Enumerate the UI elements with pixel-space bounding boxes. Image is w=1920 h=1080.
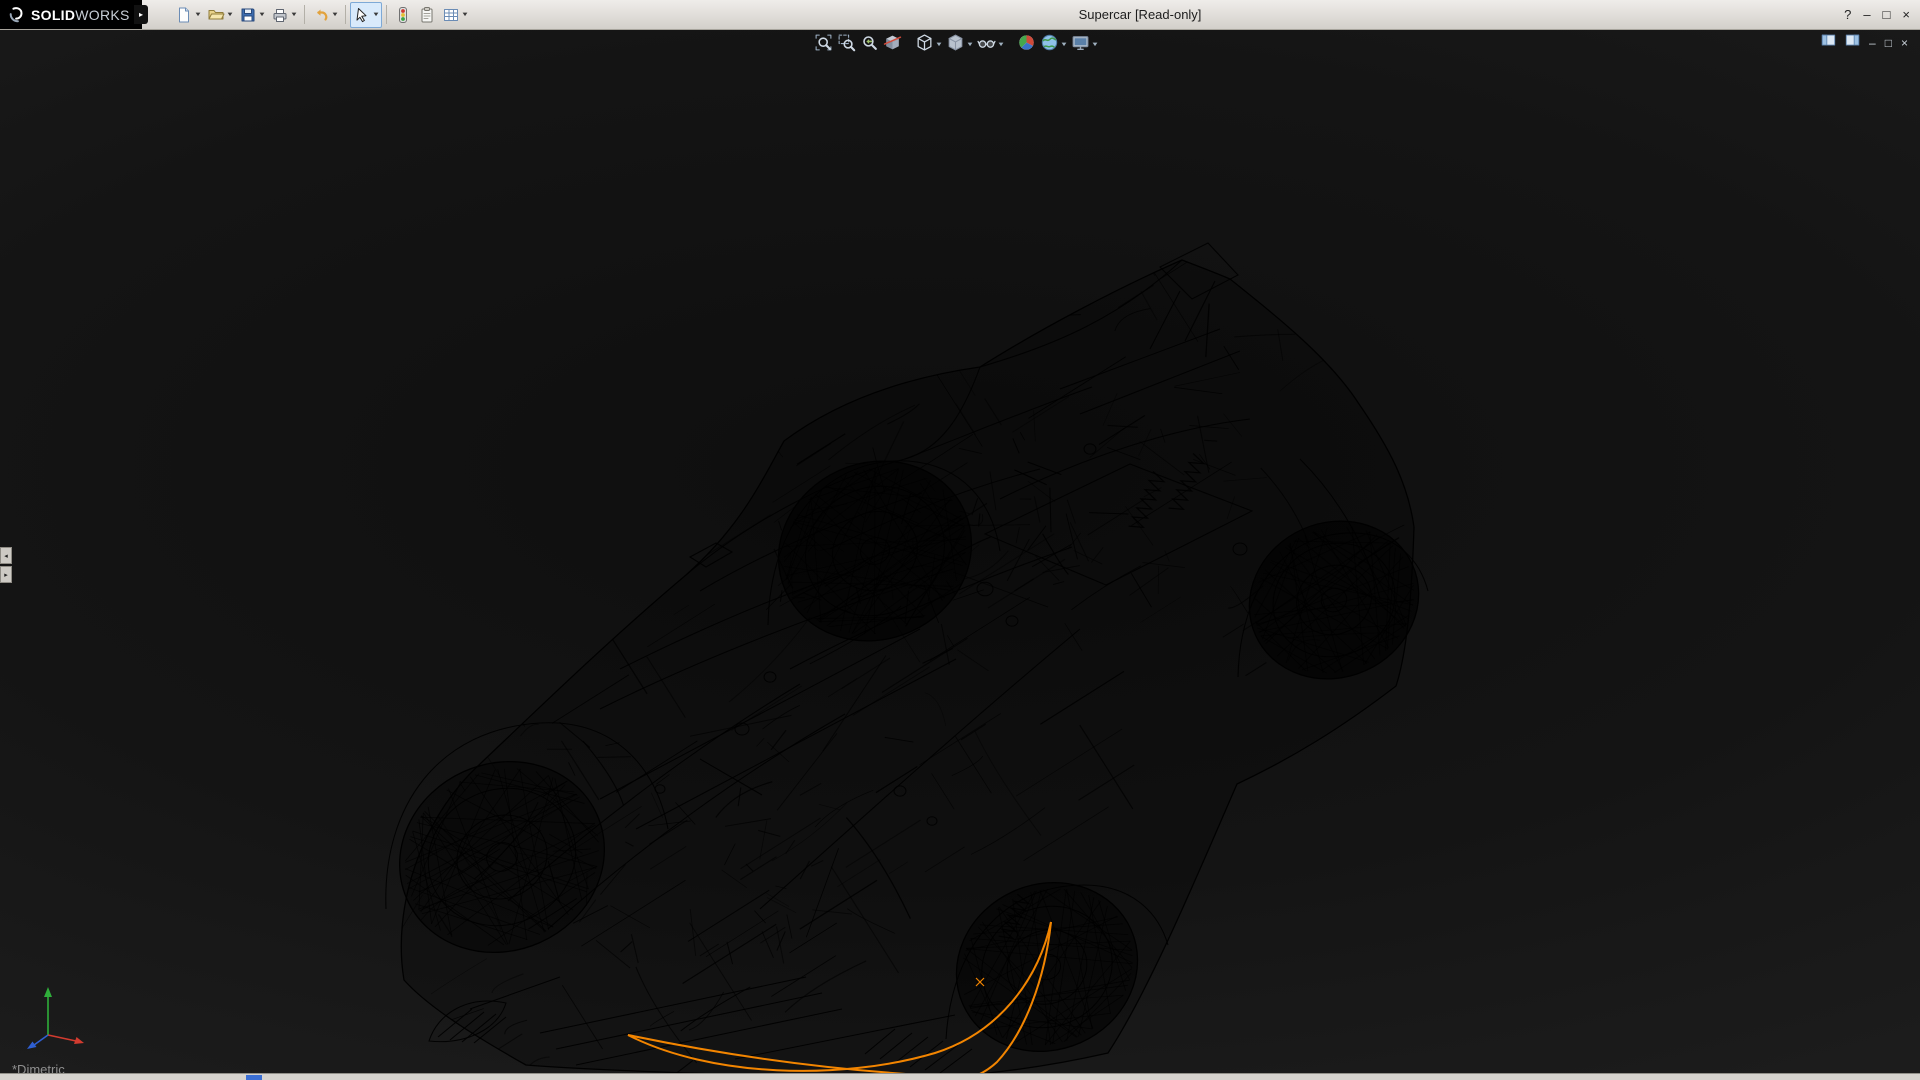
open-button[interactable]: ▼ bbox=[204, 2, 236, 28]
section-view-icon bbox=[883, 33, 902, 57]
doc-close-button[interactable]: × bbox=[1901, 37, 1908, 49]
select-button[interactable]: ▼ bbox=[350, 2, 382, 28]
pane-right-icon bbox=[1845, 33, 1860, 53]
zoom-to-area-icon bbox=[837, 33, 856, 57]
open-icon bbox=[207, 6, 225, 24]
print-button[interactable]: ▼ bbox=[268, 2, 300, 28]
reference-triad[interactable] bbox=[22, 977, 92, 1054]
section-view-button[interactable] bbox=[881, 33, 904, 56]
pane-left-icon bbox=[1821, 33, 1836, 53]
view-orientation-icon bbox=[915, 33, 934, 57]
dropdown-caret-icon[interactable]: ▼ bbox=[258, 12, 266, 18]
toolbar-separator bbox=[304, 5, 305, 24]
previous-view-icon bbox=[860, 33, 879, 57]
solidworks-window: SOLIDWORKS ▸ ▼ ▼ ▼ ▼ ▼ ▼ ▼ Supercar [Read-only… bbox=[0, 0, 1920, 1080]
previous-view-button[interactable] bbox=[858, 33, 881, 56]
headsup-view-toolbar: ▼ ▼ ▼ ▼ ▼ bbox=[812, 33, 1100, 56]
zoom-to-fit-button[interactable] bbox=[812, 33, 835, 56]
dropdown-caret-icon[interactable]: ▼ bbox=[1091, 42, 1099, 48]
window-controls: ?–□ × bbox=[1844, 0, 1910, 29]
undo-button[interactable]: ▼ bbox=[309, 2, 341, 28]
save-icon bbox=[239, 6, 257, 24]
dropdown-caret-icon[interactable]: ▼ bbox=[1060, 42, 1068, 48]
save-button[interactable]: ▼ bbox=[236, 2, 268, 28]
rebuild-stoplight-button[interactable] bbox=[391, 2, 415, 28]
edit-appearance-button[interactable] bbox=[1015, 33, 1038, 56]
dropdown-caret-icon[interactable]: ▼ bbox=[290, 12, 298, 18]
dropdown-caret-icon[interactable]: ▼ bbox=[372, 12, 380, 18]
design-table-button[interactable]: ▼ bbox=[439, 2, 471, 28]
toolbar-separator bbox=[345, 5, 346, 24]
model-viewport-canvas[interactable] bbox=[0, 29, 1920, 1074]
file-properties-button[interactable] bbox=[415, 2, 439, 28]
graphics-area[interactable]: ▼▼▼▼▼ –□× ◂ ▸ *Dimetric bbox=[0, 29, 1920, 1074]
menu-expand-button[interactable]: ▸ bbox=[134, 5, 148, 24]
undo-icon bbox=[312, 6, 330, 24]
statusbar-accent bbox=[246, 1075, 262, 1080]
hide-show-items-button[interactable]: ▼ bbox=[975, 33, 1006, 56]
doc-restore-button[interactable]: □ bbox=[1885, 37, 1892, 49]
x-axis-red bbox=[48, 1035, 84, 1044]
brand-text: SOLIDWORKS bbox=[31, 7, 130, 23]
file-properties-icon bbox=[418, 6, 436, 24]
titlebar: SOLIDWORKS ▸ ▼ ▼ ▼ ▼ ▼ ▼ ▼ Supercar [Read-only… bbox=[0, 0, 1920, 30]
pane-left-button[interactable] bbox=[1821, 33, 1836, 53]
select-icon bbox=[353, 6, 371, 24]
view-orientation-button[interactable]: ▼ bbox=[913, 33, 944, 56]
z-axis-blue bbox=[27, 1035, 48, 1049]
doc-minimize-button[interactable]: – bbox=[1869, 37, 1876, 49]
zoom-to-fit-icon bbox=[814, 33, 833, 57]
solidworks-logo: SOLIDWORKS bbox=[0, 0, 142, 29]
apply-scene-icon bbox=[1040, 33, 1059, 57]
collapse-left-arrow-icon[interactable]: ◂ bbox=[0, 547, 12, 564]
display-style-icon bbox=[946, 33, 965, 57]
panel-splitter[interactable]: ◂ ▸ bbox=[0, 547, 12, 583]
help-button[interactable]: ? bbox=[1844, 8, 1851, 21]
zoom-to-area-button[interactable] bbox=[835, 33, 858, 56]
new-document-button[interactable]: ▼ bbox=[172, 2, 204, 28]
pane-right-button[interactable] bbox=[1845, 33, 1860, 53]
print-icon bbox=[271, 6, 289, 24]
expand-right-arrow-icon[interactable]: ▸ bbox=[0, 566, 12, 583]
y-axis-green bbox=[44, 987, 52, 1035]
toolbar-separator bbox=[386, 5, 387, 24]
dropdown-caret-icon[interactable]: ▼ bbox=[461, 12, 469, 18]
statusbar bbox=[0, 1073, 1920, 1080]
main-toolbar: ▼ ▼ ▼ ▼ ▼ ▼ ▼ bbox=[172, 2, 471, 27]
new-document-icon bbox=[175, 6, 193, 24]
apply-scene-button[interactable]: ▼ bbox=[1038, 33, 1069, 56]
view-settings-button[interactable]: ▼ bbox=[1069, 33, 1100, 56]
dropdown-caret-icon[interactable]: ▼ bbox=[194, 12, 202, 18]
minimize-button[interactable]: – bbox=[1863, 8, 1870, 21]
hide-show-items-icon bbox=[977, 33, 996, 57]
restore-button[interactable]: □ bbox=[1883, 8, 1891, 21]
rebuild-stoplight-icon bbox=[394, 6, 412, 24]
3ds-logo-mark-icon bbox=[8, 6, 26, 24]
design-table-icon bbox=[442, 6, 460, 24]
edit-appearance-icon bbox=[1017, 33, 1036, 57]
dropdown-caret-icon[interactable]: ▼ bbox=[331, 12, 339, 18]
dropdown-caret-icon[interactable]: ▼ bbox=[226, 12, 234, 18]
view-settings-icon bbox=[1071, 33, 1090, 57]
document-title: Supercar [Read-only] bbox=[1020, 0, 1260, 29]
document-window-controls: –□ × bbox=[1821, 33, 1908, 53]
dropdown-caret-icon[interactable]: ▼ bbox=[935, 42, 943, 48]
dropdown-caret-icon[interactable]: ▼ bbox=[997, 42, 1005, 48]
dropdown-caret-icon[interactable]: ▼ bbox=[966, 42, 974, 48]
display-style-button[interactable]: ▼ bbox=[944, 33, 975, 56]
close-button[interactable]: × bbox=[1902, 8, 1910, 21]
